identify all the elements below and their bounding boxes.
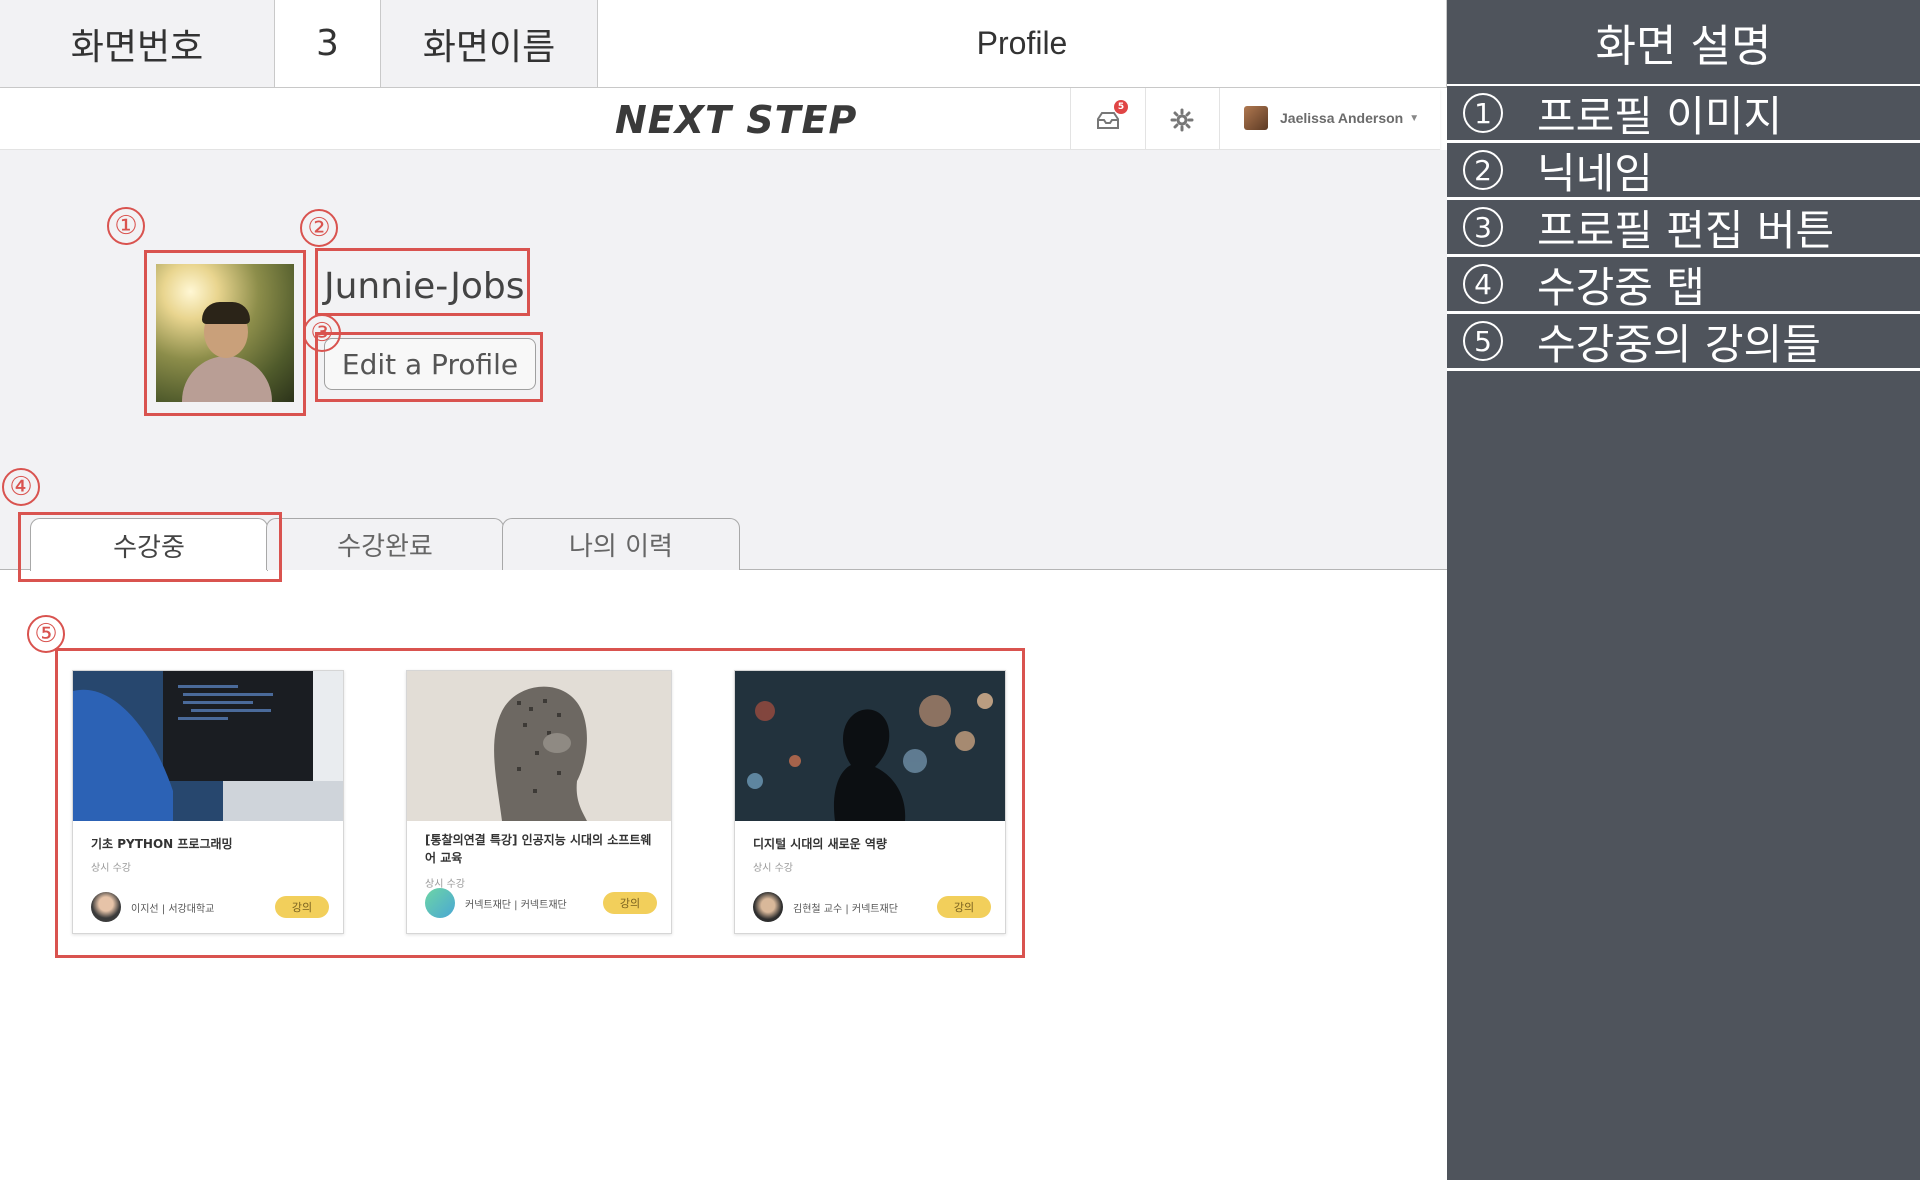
profile-area: Junnie-Jobs Edit a Profile [0,150,1447,570]
profile-photo[interactable] [156,264,294,402]
annotation-marker-4: ④ [2,468,40,506]
app-mockup: NEXT STEP 5 Jaelissa Anderson ▼ Junnie-J… [0,88,1447,1180]
notification-badge: 5 [1114,100,1128,114]
course-tag: 강의 [937,896,991,918]
course-card-ai[interactable]: [통찰의연결 특강] 인공지능 시대의 소프트웨어 교육 상시 수강 커넥트재단… [406,670,672,934]
course-subtitle: 상시 수강 [753,863,793,874]
description-number: 2 [1463,150,1503,190]
description-panel: 화면 설명 1 프로필 이미지 2 닉네임 3 프로필 편집 버튼 4 수강중 … [1447,0,1920,1180]
gear-icon[interactable] [1168,106,1196,134]
spec-header: 화면번호 3 화면이름 Profile [0,0,1447,88]
annotation-marker-5: ⑤ [27,615,65,653]
tab-my-history[interactable]: 나의 이력 [502,518,740,570]
description-text: 수강중의 강의들 [1537,319,1821,369]
instructor-name: 커넥트재단 | 커넥트재단 [465,899,567,911]
course-card-digital[interactable]: 디지털 시대의 새로운 역량 상시 수강 김현철 교수 | 커넥트재단 강의 [734,670,1006,934]
instructor-avatar [425,888,455,918]
description-text: 수강중 탭 [1537,262,1705,312]
course-title: [통찰의연결 특강] 인공지능 시대의 소프트웨어 교육 [425,833,652,865]
user-avatar [1244,106,1268,130]
nickname: Junnie-Jobs [324,266,525,307]
annotation-marker-2: ② [300,209,338,247]
course-footer: 김현철 교수 | 커넥트재단 강의 [753,891,991,923]
annotation-marker-3: ③ [303,314,341,352]
course-footer: 커넥트재단 | 커넥트재단 강의 [425,887,657,919]
nav-divider [1070,88,1071,150]
caret-down-icon: ▼ [1409,112,1420,124]
settings-gear-icon [1170,108,1194,132]
tab-in-progress[interactable]: 수강중 [30,518,268,571]
course-tag: 강의 [275,896,329,918]
course-card-python[interactable]: 기초 PYTHON 프로그래밍 상시 수강 이지선 | 서강대학교 강의 [72,670,344,934]
screen-no-label: 화면번호 [0,0,275,87]
tab-completed[interactable]: 수강완료 [266,518,504,570]
description-text: 닉네임 [1537,148,1653,198]
photo-body-shape [182,356,272,402]
course-title: 디지털 시대의 새로운 역량 [753,837,887,851]
description-text: 프로필 편집 버튼 [1537,205,1835,255]
course-image-illustration [735,671,1005,821]
description-number: 1 [1463,93,1503,133]
screen-name: Profile [598,0,1447,87]
course-subtitle: 상시 수강 [91,863,131,874]
edit-profile-button[interactable]: Edit a Profile [324,338,536,390]
description-item-5: 5 수강중의 강의들 [1447,314,1920,371]
course-tag: 강의 [603,892,657,914]
description-item-2: 2 닉네임 [1447,143,1920,200]
course-image [407,671,671,821]
description-item-4: 4 수강중 탭 [1447,257,1920,314]
notification-icon[interactable]: 5 [1094,100,1128,134]
user-name: Jaelissa Anderson [1280,110,1404,126]
instructor-avatar [753,892,783,922]
course-image-illustration [407,671,671,821]
description-item-1: 1 프로필 이미지 [1447,86,1920,143]
description-number: 5 [1463,321,1503,361]
description-item-3: 3 프로필 편집 버튼 [1447,200,1920,257]
course-image [73,671,343,821]
site-logo[interactable]: NEXT STEP [615,98,857,142]
course-title: 기초 PYTHON 프로그래밍 [91,837,233,851]
navbar: NEXT STEP 5 Jaelissa Anderson ▼ [0,88,1440,150]
description-number: 3 [1463,207,1503,247]
screen-name-label: 화면이름 [381,0,598,87]
photo-hair-shape [202,302,250,324]
nav-divider [1145,88,1146,150]
instructor-name: 이지선 | 서강대학교 [131,903,215,915]
description-number: 4 [1463,264,1503,304]
annotation-marker-1: ① [107,207,145,245]
tab-bar: 수강중 수강완료 나의 이력 [30,518,740,571]
screen-no: 3 [275,0,381,87]
nav-divider [1219,88,1220,150]
instructor-avatar [91,892,121,922]
user-menu[interactable]: Jaelissa Anderson ▼ [1244,106,1419,130]
course-image-illustration [73,671,343,821]
description-text: 프로필 이미지 [1537,91,1783,141]
course-footer: 이지선 | 서강대학교 강의 [91,891,329,923]
course-image [735,671,1005,821]
description-title: 화면 설명 [1447,0,1920,86]
instructor-name: 김현철 교수 | 커넥트재단 [793,903,898,915]
